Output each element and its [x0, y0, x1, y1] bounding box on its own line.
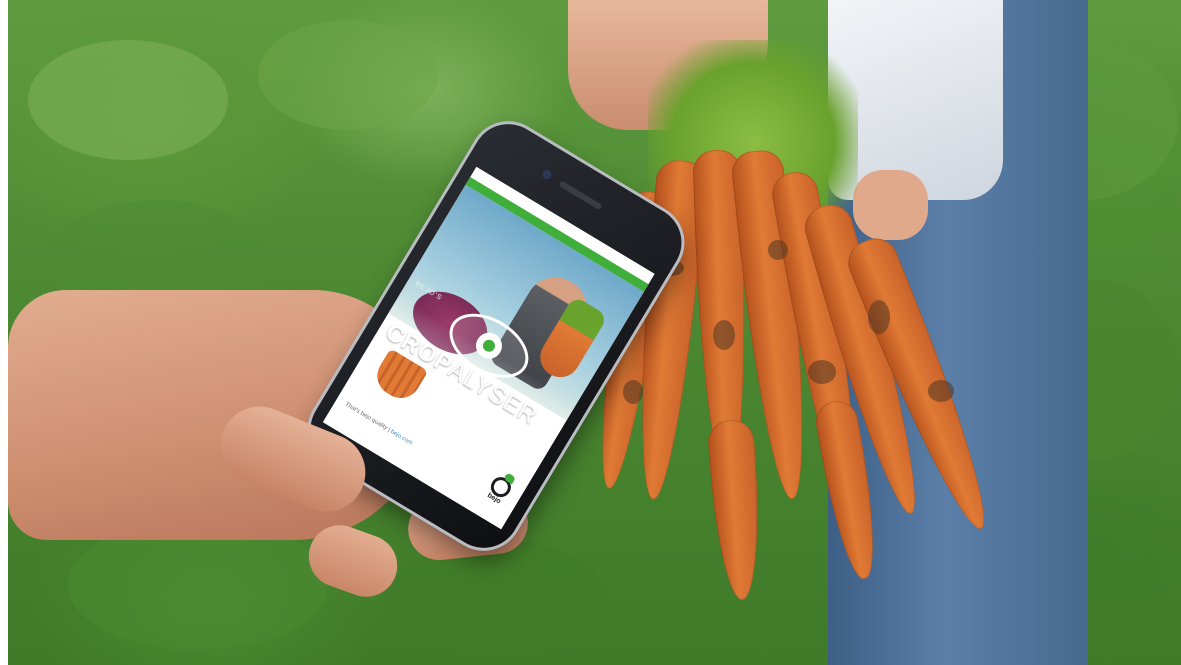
dirt-spot — [713, 320, 735, 350]
speaker-grille — [558, 180, 603, 211]
dirt-spot — [928, 380, 954, 402]
dirt-spot — [868, 300, 890, 334]
dirt-spot — [808, 360, 836, 384]
front-camera-icon — [540, 168, 554, 181]
foliage-blob — [388, 540, 608, 660]
foliage-blob — [28, 40, 228, 160]
photo-scene: BEJO'S CROPALYSER APP That's bejo qualit… — [8, 0, 1181, 665]
foliage-blob — [258, 20, 438, 130]
carrot — [706, 418, 766, 602]
dirt-spot — [768, 240, 788, 260]
dirt-spot — [623, 380, 643, 404]
person-wrist — [853, 170, 928, 240]
